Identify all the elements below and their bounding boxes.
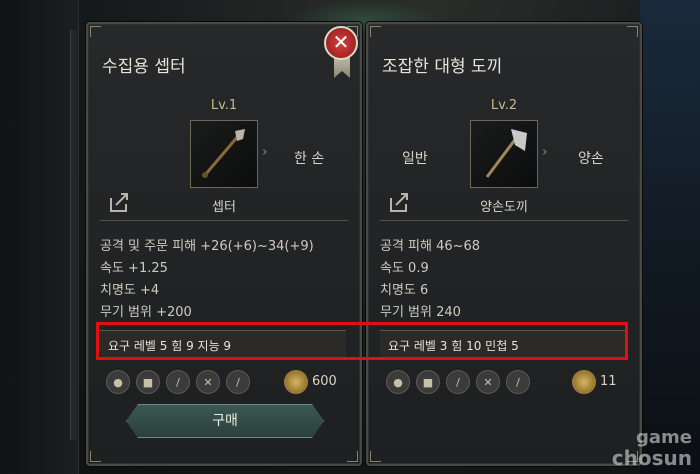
corner-ornament	[347, 451, 358, 462]
watermark-line1: game	[636, 427, 692, 448]
watermark: game chosun	[611, 427, 692, 470]
class-icons: ● ■ / ✕ /	[386, 370, 530, 394]
stats-list: 공격 및 주문 피해 +26(+6)~34(+9) 속도 +1.25 치명도 +…	[100, 236, 314, 324]
scepter-icon	[202, 129, 245, 178]
price: 600	[312, 374, 337, 389]
buy-button[interactable]: 구매	[126, 404, 324, 438]
feather-icon: /	[226, 370, 250, 394]
weapon-type: 셉터	[212, 200, 236, 215]
background-left-panel	[0, 0, 79, 474]
corner-ornament	[370, 451, 381, 462]
corner-ornament	[627, 26, 638, 37]
watermark-line2: chosun	[611, 446, 692, 470]
stat-line: 치명도 +4	[100, 283, 160, 298]
class-icons: ● ■ / ✕ /	[106, 370, 250, 394]
item-level: Lv.1	[210, 98, 238, 113]
stat-line: 공격 및 주문 피해 +26(+6)~34(+9)	[100, 239, 314, 254]
tool-icon: ✕	[476, 370, 500, 394]
great-axe-icon	[485, 129, 527, 178]
item-title: 조잡한 대형 도끼	[382, 57, 503, 77]
divider	[100, 220, 348, 221]
item-slot[interactable]	[190, 120, 258, 188]
hand-type: 양손	[578, 151, 604, 167]
feather-icon: /	[506, 370, 530, 394]
tool-icon: ✕	[196, 370, 220, 394]
stat-line: 치명도 6	[380, 283, 429, 298]
armor-icon: ■	[416, 370, 440, 394]
weapon-type: 양손도끼	[480, 200, 528, 215]
background-right	[640, 0, 700, 474]
price: 11	[600, 374, 617, 389]
gold-coin-icon	[572, 370, 596, 394]
armor-icon: ■	[136, 370, 160, 394]
corner-ornament	[370, 26, 381, 37]
rarity-text: 일반	[402, 151, 428, 167]
item-slot[interactable]	[470, 120, 538, 188]
stat-line: 속도 +1.25	[100, 261, 168, 276]
hand-type: 한 손	[294, 151, 325, 167]
stat-line: 무기 범위 +200	[100, 305, 192, 320]
bag-icon: ●	[106, 370, 130, 394]
bag-icon: ●	[386, 370, 410, 394]
divider	[380, 220, 628, 221]
sword-icon: /	[166, 370, 190, 394]
stat-line: 속도 0.9	[380, 261, 429, 276]
item-level: Lv.2	[490, 98, 518, 113]
sword-icon: /	[446, 370, 470, 394]
stat-line: 무기 범위 240	[380, 305, 461, 320]
chevron-right-icon: ›	[262, 144, 268, 160]
chevron-right-icon: ›	[542, 144, 548, 160]
item-title: 수집용 셉터	[102, 57, 186, 77]
item-tooltip-panel-2: 조잡한 대형 도끼 Lv.2 일반 › 양손 양손도끼 공격 피해 46~68 …	[366, 22, 642, 466]
stat-line: 공격 피해 46~68	[380, 239, 481, 254]
corner-ornament	[90, 26, 101, 37]
corner-ornament	[90, 451, 101, 462]
close-button[interactable]: ✕	[324, 26, 358, 60]
background-edge	[70, 30, 77, 440]
annotation-highlight-box	[96, 322, 628, 360]
item-tooltip-panel-1: 수집용 셉터 Lv.1 › 한 손 셉터 공격 및 주문 피해 +26(+6)~…	[86, 22, 362, 466]
gold-coin-icon	[284, 370, 308, 394]
stats-list: 공격 피해 46~68 속도 0.9 치명도 6 무기 범위 240	[380, 236, 480, 324]
